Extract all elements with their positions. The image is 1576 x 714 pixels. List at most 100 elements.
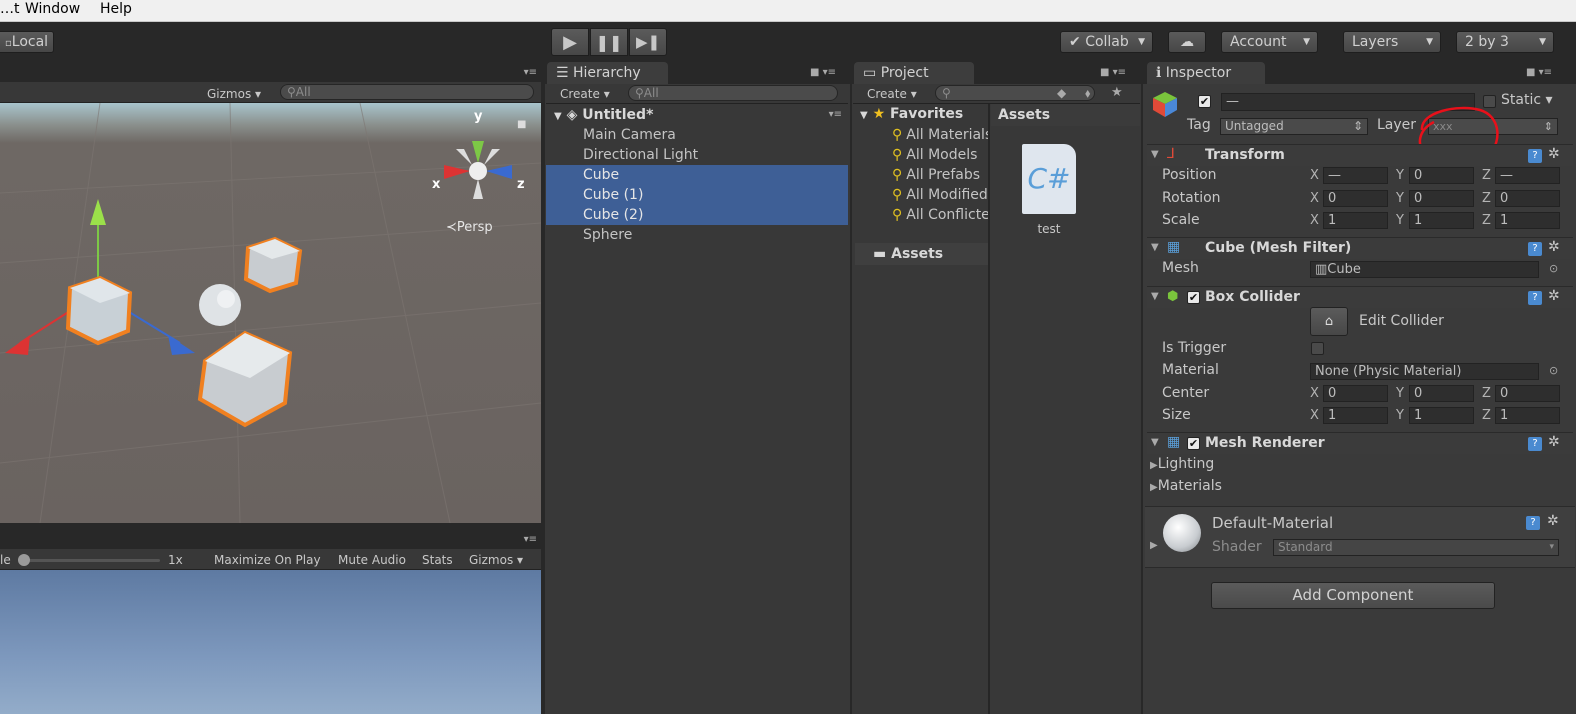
center-x-field[interactable]: 0 bbox=[1323, 385, 1388, 402]
menu-item-help[interactable]: Help bbox=[100, 1, 132, 17]
game-gizmos-dropdown[interactable]: Gizmos ▾ bbox=[469, 552, 523, 568]
scene-viewport[interactable]: y x z ■ ≺Persp bbox=[0, 103, 541, 523]
pivot-space-button[interactable]: ▫Local bbox=[0, 31, 54, 53]
help-icon[interactable]: ? bbox=[1528, 291, 1542, 305]
mesh-renderer-enabled-checkbox[interactable]: ✔ bbox=[1187, 437, 1200, 450]
transform-header[interactable]: ▼ ⅃ Transform ? ✲ bbox=[1147, 144, 1573, 166]
object-picker-icon[interactable]: ⊙ bbox=[1549, 262, 1558, 275]
scale-slider[interactable] bbox=[18, 559, 160, 562]
favorite-item[interactable]: ⚲ All Modified bbox=[892, 187, 988, 203]
hierarchy-item[interactable]: Cube (2) bbox=[546, 205, 848, 225]
physic-material-field[interactable]: None (Physic Material) bbox=[1310, 363, 1539, 380]
project-search-input[interactable]: ⚲ bbox=[935, 85, 1095, 101]
persp-label[interactable]: ≺Persp bbox=[446, 220, 493, 235]
hierarchy-item[interactable]: Cube bbox=[546, 165, 848, 185]
help-icon[interactable]: ? bbox=[1528, 242, 1542, 256]
favorite-item[interactable]: ⚲All Conflicted bbox=[892, 207, 988, 223]
shader-dropdown[interactable]: Standard ▾ bbox=[1273, 539, 1559, 556]
rotation-x-label[interactable]: X bbox=[1310, 191, 1319, 206]
center-y-field[interactable]: 0 bbox=[1409, 385, 1474, 402]
menu-item-window[interactable]: Window bbox=[25, 1, 80, 17]
mesh-renderer-header[interactable]: ▼ ▦ ✔ Mesh Renderer ? ✲ bbox=[1147, 432, 1573, 454]
rotation-y-field[interactable]: 0 bbox=[1409, 190, 1474, 207]
gear-icon[interactable]: ✲ bbox=[1547, 513, 1559, 529]
tab-hierarchy[interactable]: ☰ Hierarchy bbox=[547, 62, 668, 84]
filter-type-icon[interactable]: ◆ bbox=[1057, 86, 1066, 100]
cloud-button[interactable]: ☁ bbox=[1168, 31, 1206, 53]
panel-menu-icon[interactable]: ▾≡ bbox=[524, 534, 537, 545]
material-foldout-arrow[interactable]: ▶ bbox=[1150, 540, 1158, 551]
center-y-label[interactable]: Y bbox=[1396, 386, 1404, 401]
hierarchy-item[interactable]: Cube (1) bbox=[546, 185, 848, 205]
csharp-script-icon[interactable]: C# bbox=[1022, 144, 1076, 214]
tab-inspector[interactable]: ℹ Inspector bbox=[1147, 62, 1265, 84]
inspector-panel-menu[interactable]: ■ ▾≡ bbox=[1526, 67, 1552, 78]
position-z-label[interactable]: Z bbox=[1482, 168, 1491, 183]
hierarchy-create-button[interactable]: Create ▾ bbox=[560, 86, 610, 102]
account-dropdown[interactable]: Account ▼ bbox=[1221, 31, 1318, 53]
favorites-header[interactable]: ▼ ★ Favorites bbox=[860, 106, 963, 122]
layers-dropdown[interactable]: Layers ▼ bbox=[1343, 31, 1441, 53]
layout-dropdown[interactable]: 2 by 3 ▼ bbox=[1456, 31, 1554, 53]
edit-collider-button[interactable]: ⌂ bbox=[1310, 307, 1348, 336]
scale-z-field[interactable]: 1 bbox=[1495, 212, 1560, 229]
rotation-z-label[interactable]: Z bbox=[1482, 191, 1491, 206]
lighting-foldout[interactable]: ▶Lighting bbox=[1150, 456, 1214, 472]
favorite-star-icon[interactable]: ★ bbox=[1111, 85, 1123, 100]
box-collider-header[interactable]: ▼ ⬢ ✔ Box Collider ? ✲ bbox=[1147, 286, 1573, 308]
mute-audio-toggle[interactable]: Mute Audio bbox=[338, 552, 406, 568]
mesh-filter-header[interactable]: ▼ ▦ Cube (Mesh Filter) ? ✲ bbox=[1147, 237, 1573, 259]
is-trigger-checkbox[interactable] bbox=[1311, 342, 1324, 355]
box-collider-enabled-checkbox[interactable]: ✔ bbox=[1187, 291, 1200, 304]
hierarchy-search-input[interactable]: ⚲All bbox=[628, 85, 838, 101]
gear-icon[interactable]: ✲ bbox=[1548, 434, 1560, 450]
help-icon[interactable]: ? bbox=[1528, 437, 1542, 451]
hierarchy-item[interactable]: Sphere bbox=[546, 225, 848, 245]
materials-foldout[interactable]: ▶Materials bbox=[1150, 478, 1222, 494]
mesh-field[interactable]: ▥Cube bbox=[1310, 261, 1539, 278]
help-icon[interactable]: ? bbox=[1528, 149, 1542, 163]
gear-icon[interactable]: ✲ bbox=[1548, 239, 1560, 255]
scale-x-field[interactable]: 1 bbox=[1323, 212, 1388, 229]
position-y-label[interactable]: Y bbox=[1396, 168, 1404, 183]
stats-toggle[interactable]: Stats bbox=[422, 552, 453, 568]
size-z-label[interactable]: Z bbox=[1482, 408, 1491, 423]
scene-menu-icon[interactable]: ▾≡ bbox=[829, 105, 842, 125]
hierarchy-item[interactable]: Main Camera bbox=[546, 125, 848, 145]
position-x-field[interactable]: — bbox=[1323, 167, 1388, 184]
gizmos-dropdown[interactable]: Gizmos ▾ bbox=[207, 86, 261, 102]
position-x-label[interactable]: X bbox=[1310, 168, 1319, 183]
collab-button[interactable]: ✔ Collab ▼ bbox=[1060, 31, 1153, 53]
rotation-z-field[interactable]: 0 bbox=[1495, 190, 1560, 207]
scale-x-label[interactable]: X bbox=[1310, 213, 1319, 228]
gear-icon[interactable]: ✲ bbox=[1548, 288, 1560, 304]
center-x-label[interactable]: X bbox=[1310, 386, 1319, 401]
scale-y-field[interactable]: 1 bbox=[1409, 212, 1474, 229]
panel-menu-icon[interactable]: ▾≡ bbox=[524, 67, 537, 78]
menu-item-edit[interactable]: …t bbox=[0, 1, 20, 17]
scale-y-label[interactable]: Y bbox=[1396, 213, 1404, 228]
scale-slider-thumb[interactable] bbox=[18, 554, 30, 566]
size-y-label[interactable]: Y bbox=[1396, 408, 1404, 423]
project-create-button[interactable]: Create ▾ bbox=[867, 86, 917, 102]
rotation-x-field[interactable]: 0 bbox=[1323, 190, 1388, 207]
size-x-field[interactable]: 1 bbox=[1323, 407, 1388, 424]
scene-root-row[interactable]: ▼ ◈ Untitled* ▾≡ bbox=[546, 105, 848, 125]
scale-z-label[interactable]: Z bbox=[1482, 213, 1491, 228]
hierarchy-item[interactable]: Directional Light bbox=[546, 145, 848, 165]
object-picker-icon[interactable]: ⊙ bbox=[1549, 364, 1558, 377]
game-viewport[interactable] bbox=[0, 570, 541, 714]
add-component-button[interactable]: Add Component bbox=[1211, 582, 1495, 609]
assets-folder-row[interactable]: ▬ Assets bbox=[855, 243, 988, 265]
position-y-field[interactable]: 0 bbox=[1409, 167, 1474, 184]
center-z-field[interactable]: 0 bbox=[1495, 385, 1560, 402]
asset-file-label[interactable]: test bbox=[1022, 222, 1076, 236]
favorite-item[interactable]: ⚲ All Materials bbox=[892, 127, 988, 143]
lock-icon[interactable]: ■ bbox=[517, 119, 526, 130]
scene-search-input[interactable]: ⚲All bbox=[280, 84, 534, 100]
active-checkbox[interactable]: ✔ bbox=[1198, 95, 1211, 108]
maximize-on-play-toggle[interactable]: Maximize On Play bbox=[214, 552, 321, 568]
step-button[interactable]: ▶❚ bbox=[629, 28, 667, 56]
position-z-field[interactable]: — bbox=[1495, 167, 1560, 184]
rotation-y-label[interactable]: Y bbox=[1396, 191, 1404, 206]
